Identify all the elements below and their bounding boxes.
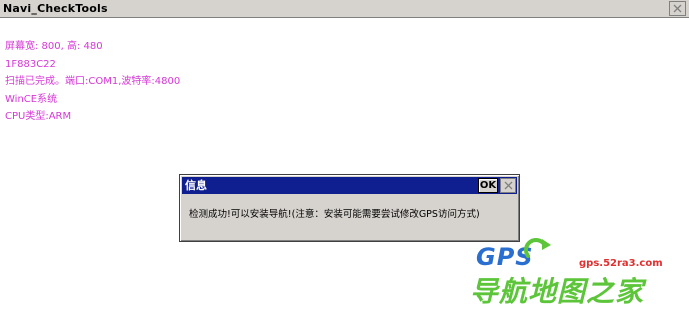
watermark-url: gps.52ra3.com xyxy=(579,258,663,269)
dialog-title: 信息 xyxy=(185,179,207,192)
ok-button[interactable]: OK xyxy=(478,178,498,193)
cpu-type-line: CPU类型:ARM xyxy=(5,111,72,122)
screen-size-line: 屏幕宽: 800, 高: 480 xyxy=(5,41,103,52)
scan-result-line: 扫描已完成。端口:COM1,波特率:4800 xyxy=(5,76,181,87)
window-close-button[interactable] xyxy=(669,1,686,16)
dialog-message: 检测成功!可以安装导航!(注意：安装可能需要尝试修改GPS访问方式) xyxy=(189,209,480,220)
dialog-title-bar: 信息 OK xyxy=(182,177,517,194)
site-watermark: GPS gps.52ra3.com 导航地图之家 xyxy=(466,238,688,316)
close-icon xyxy=(673,4,682,13)
dialog-close-button[interactable] xyxy=(500,178,516,193)
window-title: Navi_CheckTools xyxy=(3,2,108,15)
os-line: WinCE系统 xyxy=(5,93,58,105)
circular-arrow-icon xyxy=(524,238,551,258)
info-dialog: 信息 OK 检测成功!可以安装导航!(注意：安装可能需要尝试修改GPS访问方式) xyxy=(179,174,520,242)
info-output: 屏幕宽: 800, 高: 480 1F883C22 扫描已完成。端口:COM1,… xyxy=(5,38,180,126)
title-bar: Navi_CheckTools xyxy=(0,0,689,18)
device-id-line: 1F883C22 xyxy=(5,58,56,70)
close-icon xyxy=(504,181,513,190)
watermark-slogan: 导航地图之家 xyxy=(470,275,645,308)
app-window: Navi_CheckTools 屏幕宽: 800, 高: 480 1F883C2… xyxy=(0,0,689,317)
